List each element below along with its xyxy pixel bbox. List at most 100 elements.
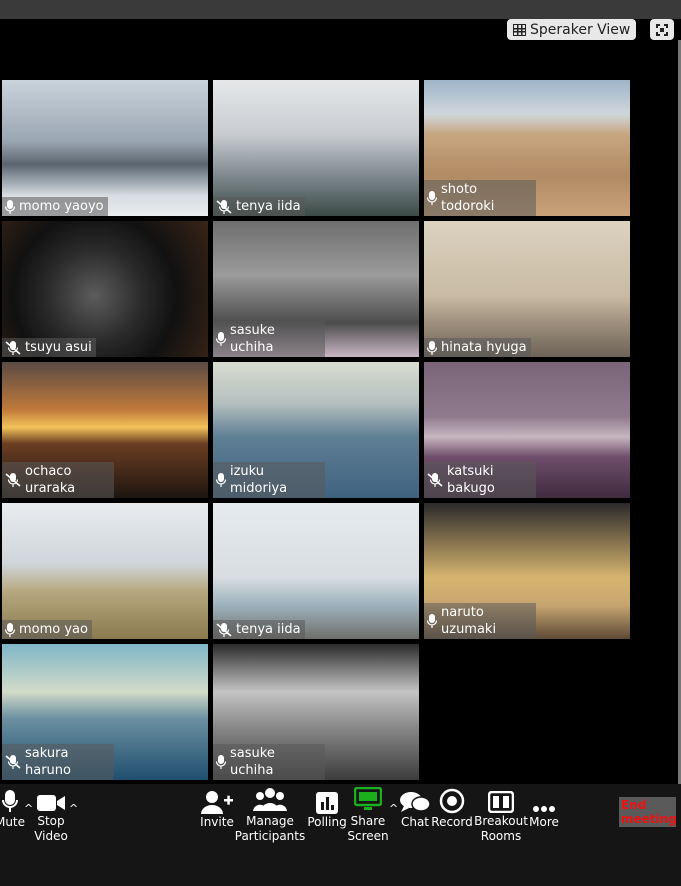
share-screen-button[interactable]: Share Screen	[346, 784, 390, 844]
microphone-icon	[427, 614, 437, 628]
participant-tile[interactable]: tenya iida	[213, 503, 419, 639]
video-options-caret[interactable]: ^	[69, 802, 78, 815]
microphone-muted-icon	[5, 755, 21, 769]
participant-name: hinata hyuga	[441, 340, 527, 355]
participant-tile[interactable]: tenya iida	[213, 80, 419, 216]
participant-name: naruto uzumaki	[441, 605, 497, 637]
stop-video-label: Stop Video	[34, 814, 68, 843]
participant-tile[interactable]: tsuyu asui	[2, 221, 208, 357]
video-camera-icon	[37, 795, 65, 811]
share-screen-icon	[354, 787, 382, 810]
participant-name: tenya iida	[236, 622, 301, 637]
participant-name: momo yao	[19, 622, 88, 637]
participant-name: shoto todoroki	[441, 182, 495, 214]
participant-name-chip: sasuke uchiha	[213, 744, 325, 780]
microphone-muted-icon	[5, 473, 21, 487]
participant-video	[2, 503, 208, 639]
poll-chart-icon	[316, 792, 338, 814]
participant-name-chip: tsuyu asui	[2, 338, 96, 357]
invite-label: Invite	[200, 815, 234, 829]
stop-video-button[interactable]: Stop Video	[30, 784, 72, 844]
participant-tile[interactable]: izuku midoriya	[213, 362, 419, 498]
more-dots-icon	[533, 806, 555, 812]
more-button[interactable]: More	[526, 784, 562, 844]
microphone-icon	[5, 622, 15, 637]
participant-name: katsuki bakugo	[447, 464, 495, 496]
participant-tile[interactable]: sasuke uchiha	[213, 221, 419, 357]
mute-label: Mute	[0, 815, 26, 829]
participant-video	[213, 80, 419, 216]
participant-name-chip: tenya iida	[213, 620, 305, 639]
participant-name: sasuke uchiha	[230, 746, 275, 778]
record-button[interactable]: Record	[430, 784, 474, 844]
microphone-muted-icon	[5, 340, 21, 355]
participant-tile[interactable]: momo yao	[2, 503, 208, 639]
participant-tile[interactable]: sasuke uchiha	[213, 644, 419, 780]
participant-name-chip: naruto uzumaki	[424, 603, 536, 639]
speaker-view-label: Speraker View	[530, 21, 631, 38]
participant-video	[2, 221, 208, 357]
participant-name: momo yaoyo	[19, 199, 104, 214]
participant-tile[interactable]: shoto todoroki	[424, 80, 630, 216]
microphone-icon	[216, 755, 226, 769]
participant-name-chip: sakura haruno	[2, 744, 114, 780]
participant-tile[interactable]: momo yaoyo	[2, 80, 208, 216]
participant-name: sasuke uchiha	[230, 323, 275, 355]
microphone-icon	[427, 340, 437, 355]
bottom-bar	[0, 844, 681, 886]
share-options-caret[interactable]: ^	[389, 802, 398, 815]
participant-name-chip: hinata hyuga	[424, 338, 531, 357]
grid-icon	[513, 23, 526, 36]
manage-participants-label: Manage Participants	[234, 814, 306, 843]
participant-video	[213, 503, 419, 639]
participant-name-chip: momo yao	[2, 620, 92, 639]
chat-label: Chat	[400, 815, 430, 829]
meeting-window: Speraker View momo yaoyo tenya iida shoto …	[0, 0, 681, 886]
participant-name-chip: momo yaoyo	[2, 197, 108, 216]
participant-tile[interactable]: ochaco uraraka	[2, 362, 208, 498]
participant-name: sakura haruno	[25, 746, 71, 778]
chat-bubbles-icon	[400, 792, 431, 812]
microphone-muted-icon	[427, 473, 443, 487]
record-label: Record	[431, 815, 473, 829]
microphone-icon	[5, 199, 15, 214]
participant-name: tenya iida	[236, 199, 301, 214]
participant-name: izuku midoriya	[230, 464, 288, 496]
participant-video	[424, 221, 630, 357]
microphone-icon	[427, 191, 437, 205]
microphone-muted-icon	[216, 622, 232, 637]
participant-name: tsuyu asui	[25, 340, 92, 355]
speaker-view-button[interactable]: Speraker View	[507, 19, 637, 40]
meeting-toolbar: Mute ^ Stop Video ^ Invite Manage Partic…	[0, 784, 681, 844]
more-label: More	[529, 815, 559, 829]
participant-name-chip: tenya iida	[213, 197, 305, 216]
add-user-icon	[201, 791, 233, 814]
participants-icon	[253, 788, 287, 811]
microphone-icon	[216, 473, 226, 487]
fullscreen-button[interactable]	[650, 19, 674, 40]
record-icon	[439, 788, 465, 814]
participant-tile[interactable]: sakura haruno	[2, 644, 208, 780]
end-meeting-button[interactable]: End meeting	[619, 797, 677, 827]
polling-label: Polling	[307, 815, 347, 829]
microphone-muted-icon	[216, 199, 232, 214]
participant-name: ochaco uraraka	[25, 464, 76, 496]
participant-name-chip: katsuki bakugo	[424, 462, 536, 498]
participant-name-chip: izuku midoriya	[213, 462, 325, 498]
top-bar	[0, 0, 681, 19]
participant-name-chip: ochaco uraraka	[2, 462, 114, 498]
participant-tile[interactable]: naruto uzumaki	[424, 503, 630, 639]
participant-video	[2, 80, 208, 216]
invite-button[interactable]: Invite	[199, 784, 235, 844]
participant-tile[interactable]: katsuki bakugo	[424, 362, 630, 498]
polling-button[interactable]: Polling	[305, 784, 349, 844]
participant-name-chip: shoto todoroki	[424, 180, 536, 216]
participant-name-chip: sasuke uchiha	[213, 321, 325, 357]
breakout-rooms-button[interactable]: Breakout Rooms	[472, 784, 530, 844]
participant-tile[interactable]: hinata hyuga	[424, 221, 630, 357]
share-screen-label: Share Screen	[347, 814, 389, 843]
manage-participants-button[interactable]: Manage Participants	[233, 784, 307, 844]
chat-button[interactable]: Chat	[398, 784, 432, 844]
fullscreen-icon	[656, 23, 668, 36]
microphone-icon	[216, 332, 226, 346]
